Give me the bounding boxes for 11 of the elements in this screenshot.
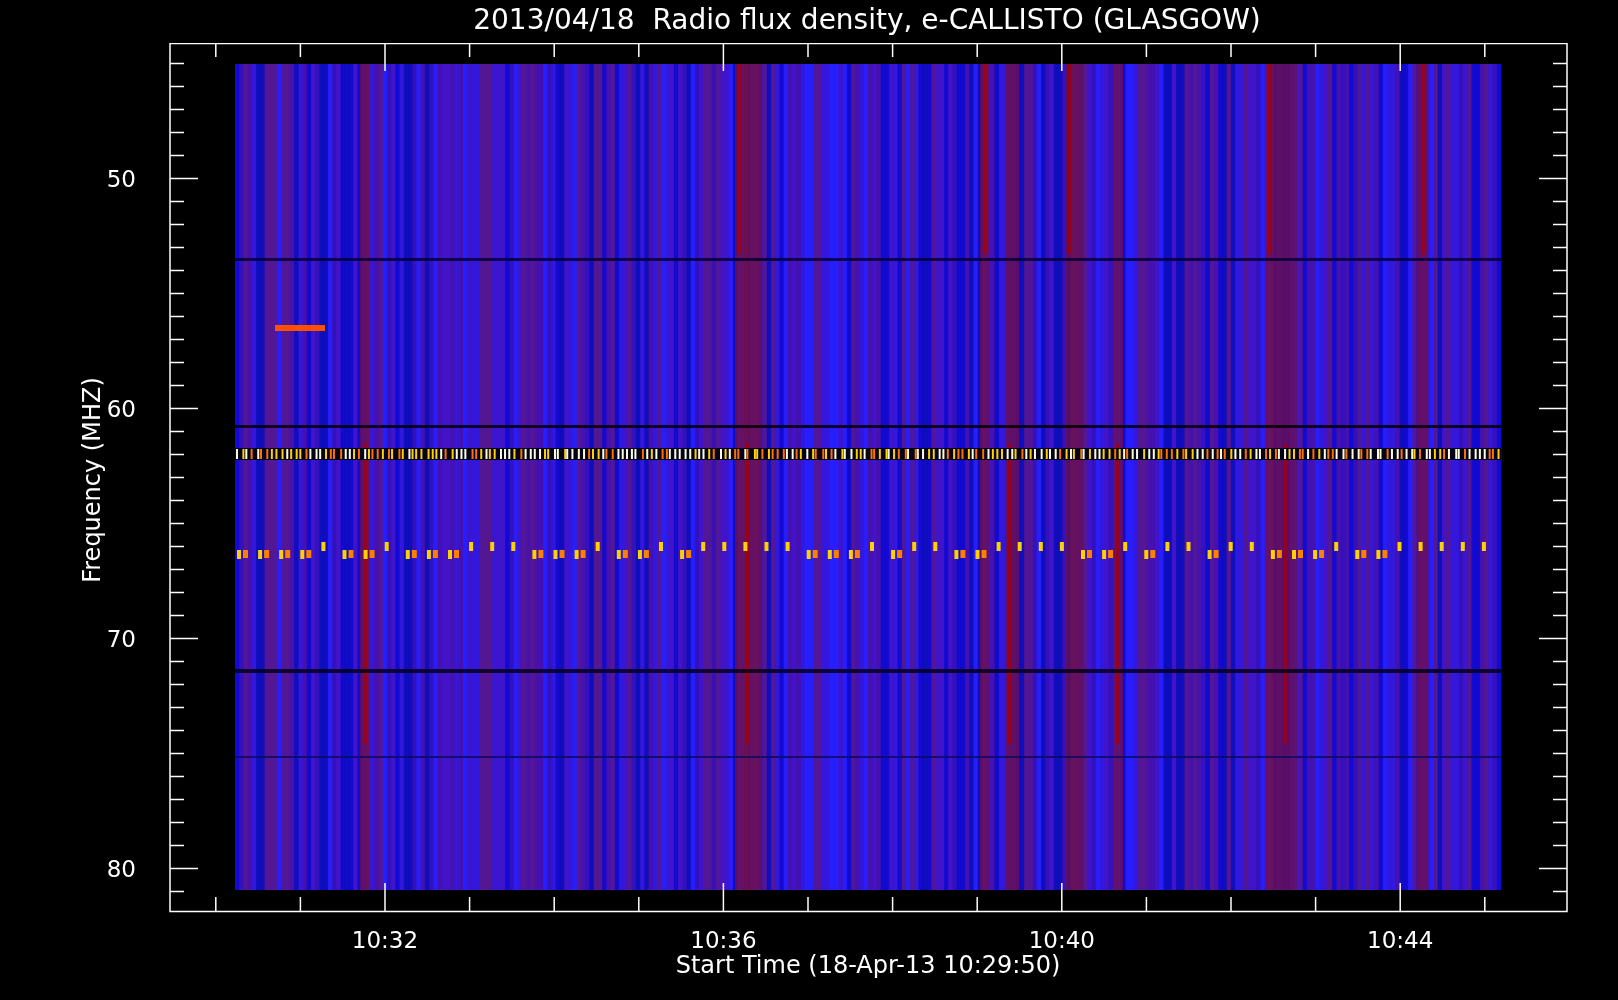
x-tick-label: 10:44 [1367,927,1434,953]
x-tick-label: 10:40 [1028,927,1095,953]
x-tick-label: 10:32 [351,927,419,953]
y-tick-label: 50 [106,165,136,192]
y-tick-label: 70 [106,625,136,652]
y-axis-title: Frequency (MHZ) [78,377,106,583]
y-tick-label: 60 [106,395,136,422]
chart-title: 2013/04/18 Radio flux density, e-CALLISTO (GLASGOW) [473,2,1261,38]
x-tick-label: 10:36 [690,927,757,953]
x-axis-title: Start Time (18-Apr-13 10:29:50) [675,951,1061,979]
y-tick-label: 80 [106,855,136,882]
